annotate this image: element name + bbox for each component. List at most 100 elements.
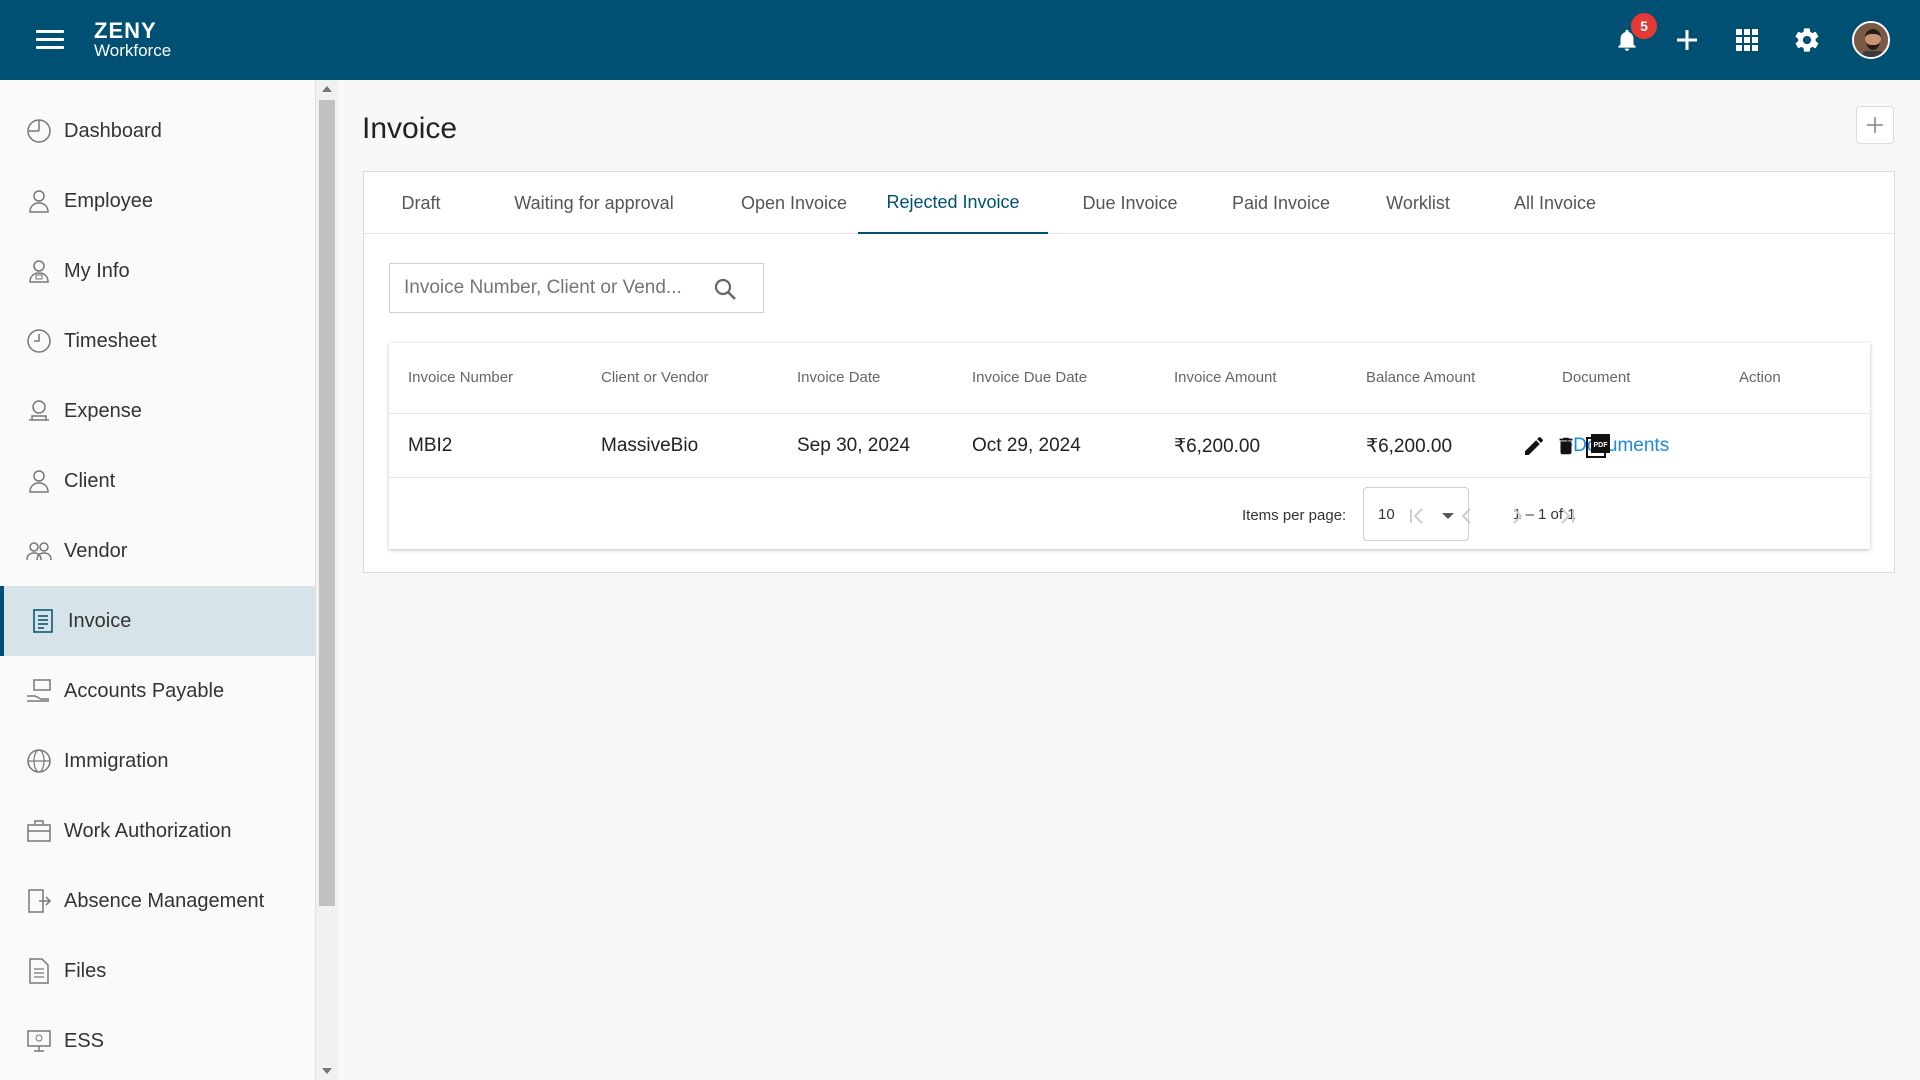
sidebar-item-ess[interactable]: ESS bbox=[0, 1006, 315, 1076]
search-input[interactable] bbox=[404, 277, 704, 299]
add-icon[interactable] bbox=[1672, 25, 1702, 55]
app-logo[interactable]: ZENY Workforce bbox=[94, 18, 172, 60]
cell-invoice-number: MBI2 bbox=[408, 435, 453, 456]
sidebar-scrollbar[interactable] bbox=[316, 80, 338, 1080]
accounts-payable-icon bbox=[24, 676, 54, 706]
sidebar-item-immigration[interactable]: Immigration bbox=[0, 726, 315, 796]
invoice-tabs: Draft Waiting for approval Open Invoice … bbox=[364, 172, 1894, 234]
header-actions: 5 bbox=[1612, 13, 1890, 62]
first-page-icon[interactable] bbox=[1402, 501, 1432, 531]
sidebar-item-invoice[interactable]: Invoice bbox=[0, 586, 315, 656]
sidebar-item-accounts-payable[interactable]: Accounts Payable bbox=[0, 656, 315, 726]
sidebar-item-label: Accounts Payable bbox=[64, 679, 225, 702]
tab-draft[interactable]: Draft bbox=[376, 172, 466, 234]
column-header: Document bbox=[1562, 369, 1631, 386]
scroll-down-arrow-icon[interactable] bbox=[322, 1068, 332, 1074]
row-divider bbox=[389, 477, 1870, 478]
invoice-icon bbox=[28, 606, 58, 636]
edit-pencil-icon[interactable] bbox=[1521, 433, 1547, 459]
globe-icon bbox=[24, 746, 54, 776]
sidebar-item-label: Invoice bbox=[68, 609, 132, 632]
scroll-thumb[interactable] bbox=[319, 100, 335, 906]
tab-rejected-invoice[interactable]: Rejected Invoice bbox=[858, 172, 1048, 234]
tab-paid-invoice[interactable]: Paid Invoice bbox=[1210, 172, 1352, 234]
briefcase-icon bbox=[24, 816, 54, 846]
cell-invoice-due-date: Oct 29, 2024 bbox=[972, 435, 1081, 456]
sidebar-item-label: Vendor bbox=[64, 539, 128, 562]
sidebar-item-client[interactable]: Client bbox=[0, 446, 315, 516]
sidebar-nav: Dashboard Employee My Info Timesheet Exp… bbox=[0, 80, 316, 1080]
delete-trash-icon[interactable] bbox=[1553, 433, 1579, 459]
column-header[interactable]: Invoice Amount bbox=[1174, 369, 1277, 386]
logo-line1: ZENY bbox=[94, 18, 157, 43]
next-page-icon[interactable] bbox=[1502, 501, 1532, 531]
employee-icon bbox=[24, 186, 54, 216]
sidebar-item-absence-management[interactable]: Absence Management bbox=[0, 866, 315, 936]
apps-grid-icon[interactable] bbox=[1732, 25, 1762, 55]
notification-count-badge: 5 bbox=[1631, 13, 1657, 39]
tab-waiting-for-approval[interactable]: Waiting for approval bbox=[486, 172, 702, 234]
sidebar-item-label: Employee bbox=[64, 189, 153, 212]
sidebar-item-label: Dashboard bbox=[64, 119, 162, 142]
cell-client-or-vendor: MassiveBio bbox=[601, 435, 699, 456]
sidebar-item-label: Immigration bbox=[64, 749, 169, 772]
scroll-up-arrow-icon[interactable] bbox=[322, 86, 332, 92]
previous-page-icon[interactable] bbox=[1452, 501, 1482, 531]
cell-invoice-amount: ₹6,200.00 bbox=[1174, 436, 1261, 457]
tab-open-invoice[interactable]: Open Invoice bbox=[716, 172, 872, 234]
dashboard-icon bbox=[24, 116, 54, 146]
pdf-download-icon[interactable]: PDF bbox=[1585, 433, 1611, 459]
sidebar-item-label: Files bbox=[64, 959, 107, 982]
cell-invoice-date: Sep 30, 2024 bbox=[797, 435, 911, 456]
absence-icon bbox=[24, 886, 54, 916]
add-invoice-button[interactable] bbox=[1856, 106, 1894, 144]
user-avatar[interactable] bbox=[1852, 21, 1890, 59]
sidebar-item-label: Work Authorization bbox=[64, 819, 232, 842]
cell-balance-amount: ₹6,200.00 bbox=[1366, 436, 1453, 457]
sidebar-item-label: ESS bbox=[64, 1029, 105, 1052]
expense-icon bbox=[24, 396, 54, 426]
client-icon bbox=[24, 466, 54, 496]
clock-icon bbox=[24, 326, 54, 356]
plus-icon bbox=[1867, 117, 1883, 133]
tab-all-invoice[interactable]: All Invoice bbox=[1484, 172, 1626, 234]
column-header[interactable]: Balance Amount bbox=[1366, 369, 1475, 386]
logo-line2: Workforce bbox=[94, 41, 172, 60]
column-header[interactable]: Invoice Number bbox=[408, 369, 513, 386]
header-divider bbox=[389, 413, 1870, 414]
sidebar-item-my-info[interactable]: My Info bbox=[0, 236, 315, 306]
search-icon[interactable] bbox=[713, 277, 737, 306]
search-box bbox=[389, 263, 764, 313]
tab-due-invoice[interactable]: Due Invoice bbox=[1064, 172, 1196, 234]
top-app-bar: ZENY Workforce 5 bbox=[0, 0, 1920, 80]
svg-text:PDF: PDF bbox=[1594, 442, 1609, 449]
file-icon bbox=[24, 956, 54, 986]
sidebar-item-files[interactable]: Files bbox=[0, 936, 315, 1006]
sidebar-item-expense[interactable]: Expense bbox=[0, 376, 315, 446]
items-per-page-value: 10 bbox=[1378, 505, 1395, 523]
page-title: Invoice bbox=[362, 112, 458, 145]
sidebar-item-employee[interactable]: Employee bbox=[0, 166, 315, 236]
sidebar-item-label: Client bbox=[64, 469, 116, 492]
settings-gear-icon[interactable] bbox=[1792, 25, 1822, 55]
sidebar-item-vendor[interactable]: Vendor bbox=[0, 516, 315, 586]
row-actions: PDF bbox=[1521, 433, 1611, 459]
tab-worklist[interactable]: Worklist bbox=[1364, 172, 1472, 234]
sidebar-item-label: My Info bbox=[64, 259, 130, 282]
notifications-icon[interactable]: 5 bbox=[1612, 13, 1657, 55]
sidebar-item-work-authorization[interactable]: Work Authorization bbox=[0, 796, 315, 866]
sidebar-item-label: Expense bbox=[64, 399, 142, 422]
hamburger-menu-icon[interactable] bbox=[36, 30, 64, 52]
items-per-page-label: Items per page: bbox=[1242, 507, 1347, 524]
column-header[interactable]: Client or Vendor bbox=[601, 369, 709, 386]
sidebar-item-timesheet[interactable]: Timesheet bbox=[0, 306, 315, 376]
column-header[interactable]: Invoice Due Date bbox=[972, 369, 1087, 386]
column-header[interactable]: Invoice Date bbox=[797, 369, 880, 386]
sidebar-item-label: Absence Management bbox=[64, 889, 265, 912]
my-info-icon bbox=[24, 256, 54, 286]
invoice-card: Draft Waiting for approval Open Invoice … bbox=[363, 171, 1895, 573]
sidebar-item-dashboard[interactable]: Dashboard bbox=[0, 96, 315, 166]
last-page-icon[interactable] bbox=[1552, 501, 1582, 531]
sidebar-item-label: Timesheet bbox=[64, 329, 157, 352]
ess-icon bbox=[24, 1026, 54, 1056]
